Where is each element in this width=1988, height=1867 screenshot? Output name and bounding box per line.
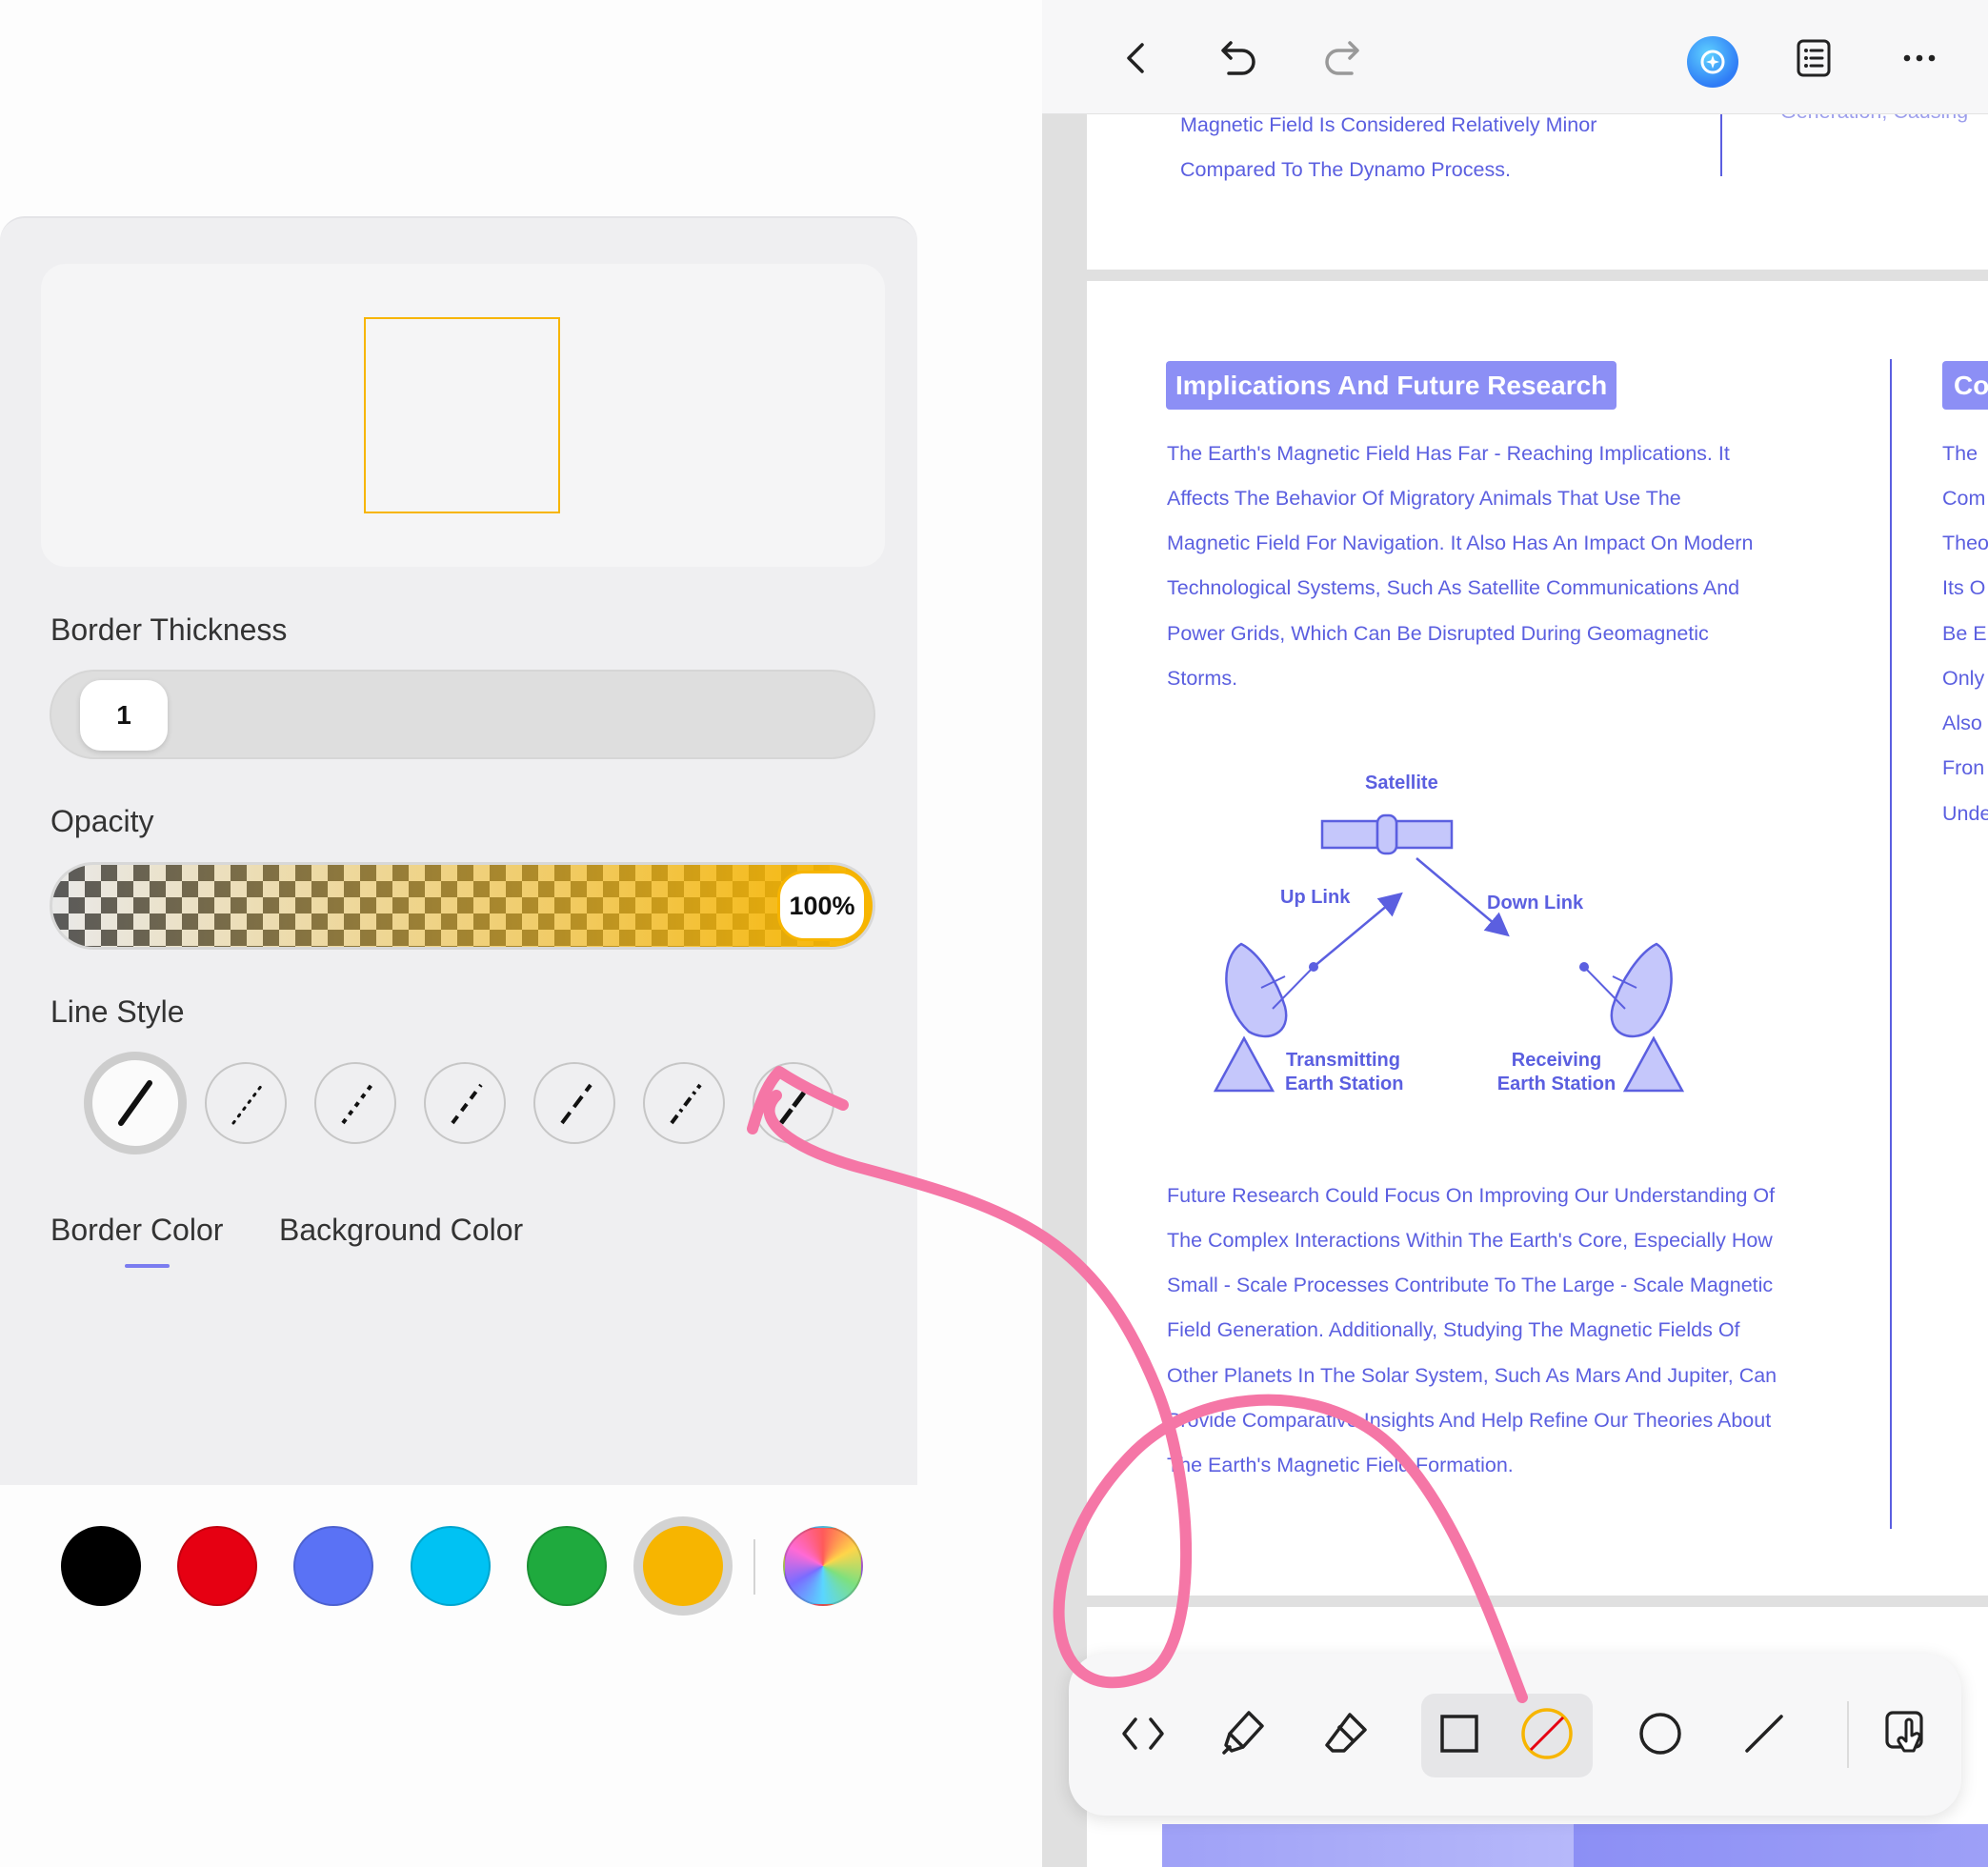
line-style-dotted[interactable] [205,1062,287,1144]
swatch-yellow[interactable] [633,1516,733,1616]
para1-line-2: Affects The Behavior Of Migratory Animal… [1167,487,1681,510]
swatch-red[interactable] [177,1526,257,1606]
swatch-blue[interactable] [293,1526,373,1606]
right-col-line-9: Unde [1942,802,1988,825]
line-icon[interactable] [1732,1701,1797,1766]
para2-line-7: The Earth's Magnetic Field Formation. [1167,1454,1514,1476]
shape-preview [41,264,885,567]
opacity-thumb[interactable]: 100% [777,871,867,941]
line-style-dash-dot[interactable] [643,1062,725,1144]
uplink-label: Up Link [1280,887,1351,908]
right-col-line-8: Fron [1942,756,1985,779]
shape-style-panel: Border Thickness 1 Opacity 100% Line Sty… [0,216,917,1616]
highlighter-icon[interactable] [1211,1701,1275,1766]
right-col-line-7: Also [1942,712,1982,734]
document-viewer: Magnetic Field Is Considered Relatively … [1042,0,1988,1867]
para1-line-3: Magnetic Field For Navigation. It Also H… [1167,532,1754,554]
touch-mode-icon[interactable] [1876,1701,1940,1766]
tab-border-color[interactable]: Border Color [50,1213,223,1248]
top-toolbar [1042,0,1988,114]
swatch-divider [753,1539,755,1595]
collapse-toolbar-icon[interactable] [1111,1701,1175,1766]
line-style-options [84,1052,846,1156]
line-style-extra[interactable] [753,1062,834,1144]
para2-line-2: The Complex Interactions Within The Eart… [1167,1229,1773,1252]
opacity-slider[interactable]: 100% [50,862,875,950]
swatch-cyan[interactable] [411,1526,491,1606]
transmitting-station-label: Transmitting Earth Station [1285,1049,1404,1096]
para2-line-1: Future Research Could Focus On Improving… [1167,1184,1776,1207]
redo-icon[interactable] [1318,34,1366,82]
right-col-line-5: Be E [1942,622,1987,645]
shape-style-icon[interactable] [1515,1701,1579,1766]
border-thickness-slider[interactable]: 1 [50,670,875,759]
para2-line-5: Other Planets In The Solar System, Such … [1167,1364,1777,1387]
prev-page-line-2: Compared To The Dynamo Process. [1180,158,1511,181]
document-page: Implications And Future Research The Ear… [1087,281,1988,1596]
opacity-label: Opacity [50,804,154,838]
eraser-icon[interactable] [1314,1701,1378,1766]
para2-line-4: Field Generation. Additionally, Studying… [1167,1318,1740,1341]
ai-assistant-icon[interactable] [1687,36,1738,88]
section-heading: Implications And Future Research [1166,361,1617,410]
para1-line-6: Storms. [1167,667,1238,690]
outline-icon[interactable] [1790,34,1837,82]
satellite-diagram: Satellite Up Link Down Link Transmitting… [1201,767,1716,1110]
right-col-line-6: Only [1942,667,1985,690]
color-wheel-icon[interactable] [783,1526,863,1606]
right-col-line-2: Com [1942,487,1986,510]
undo-icon[interactable] [1215,34,1262,82]
column-divider [1890,359,1892,1529]
right-column-heading: Co [1942,361,1988,410]
downlink-label: Down Link [1487,893,1584,913]
para1-line-4: Technological Systems, Such As Satellite… [1167,576,1740,599]
border-thickness-label: Border Thickness [50,612,288,647]
active-tab-indicator [125,1264,170,1268]
receiving-label-line-2: Earth Station [1496,1074,1617,1094]
para2-line-6: Provide Comparative Insights And Help Re… [1167,1409,1772,1432]
para1-line-5: Power Grids, Which Can Be Disrupted Duri… [1167,622,1709,645]
column-divider [1720,114,1722,176]
transmitting-label-line-2: Earth Station [1285,1074,1404,1094]
swatch-black[interactable] [61,1526,141,1606]
next-page-banner [1162,1824,1988,1867]
right-col-line-4: Its O [1942,576,1986,599]
rectangle-icon[interactable] [1427,1701,1492,1766]
tab-background-color[interactable]: Background Color [279,1213,523,1248]
receiving-label-line-1: Receiving [1511,1050,1602,1071]
right-col-line-1: The [1942,442,1978,465]
line-style-label: Line Style [50,994,185,1029]
line-style-dash[interactable] [424,1062,506,1144]
right-col-line-3: Theo [1942,532,1988,554]
border-thickness-thumb[interactable]: 1 [80,680,168,751]
satellite-label: Satellite [1365,773,1438,793]
toolbar-divider [1847,1701,1849,1768]
preview-rectangle [364,317,560,513]
swatch-green[interactable] [527,1526,607,1606]
line-style-solid[interactable] [84,1052,187,1154]
line-style-long-dash[interactable] [533,1062,615,1144]
para2-line-3: Small - Scale Processes Contribute To Th… [1167,1274,1774,1296]
back-icon[interactable] [1113,34,1160,82]
receiving-station-label: Receiving Earth Station [1496,1049,1617,1096]
para1-line-1: The Earth's Magnetic Field Has Far - Rea… [1167,442,1730,465]
line-style-short-dash[interactable] [314,1062,396,1144]
annotation-toolbar [1069,1654,1961,1816]
more-icon[interactable] [1896,34,1943,82]
transmitting-label-line-1: Transmitting [1285,1050,1400,1071]
circle-icon[interactable] [1628,1701,1693,1766]
screen: Border Thickness 1 Opacity 100% Line Sty… [0,0,1988,1867]
